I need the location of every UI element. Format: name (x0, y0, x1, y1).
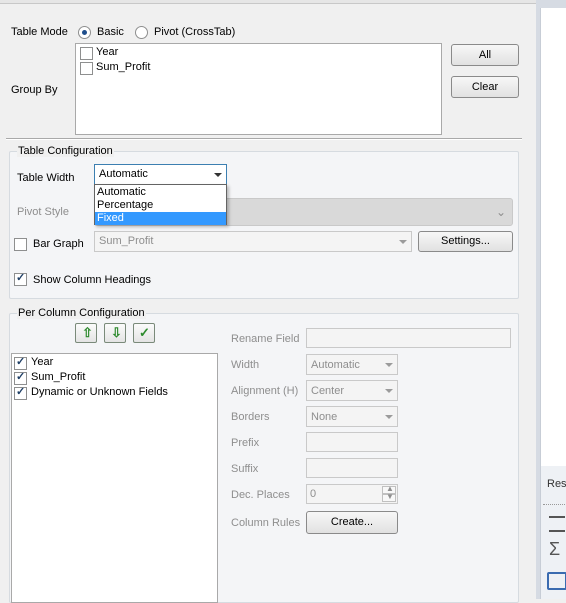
caret-down-icon: ▼ (386, 492, 394, 501)
column-dynamic-label[interactable]: Dynamic or Unknown Fields (31, 386, 168, 398)
group-by-sum-profit-checkbox[interactable] (80, 62, 93, 75)
width-label: Width (231, 359, 260, 371)
chevron-down-icon: ⌄ (495, 205, 506, 219)
per-column-title: Per Column Configuration (17, 307, 146, 319)
move-up-button[interactable]: ⇧ (75, 323, 97, 343)
pivot-radio[interactable] (135, 26, 148, 39)
pivot-style-label: Pivot Style (17, 206, 69, 218)
basic-radio-label[interactable]: Basic (97, 26, 124, 38)
option-percentage[interactable]: Percentage (97, 199, 224, 212)
option-automatic[interactable]: Automatic (97, 186, 224, 199)
shape-icon[interactable] (547, 572, 566, 590)
arrow-down-icon: ⇩ (111, 325, 122, 340)
column-sum-profit-label[interactable]: Sum_Profit (31, 371, 85, 383)
rows-icon[interactable] (549, 516, 565, 532)
rename-field-input[interactable] (306, 328, 511, 348)
group-by-year-checkbox[interactable] (80, 47, 93, 60)
bar-graph-label[interactable]: Bar Graph (33, 238, 84, 250)
basic-radio[interactable] (78, 26, 91, 39)
alignment-select[interactable]: Center (306, 380, 398, 401)
column-year-label[interactable]: Year (31, 356, 53, 368)
bar-graph-checkbox[interactable] (14, 238, 27, 251)
group-by-year-label[interactable]: Year (96, 46, 118, 58)
borders-label: Borders (231, 411, 270, 423)
column-sum-profit-checkbox[interactable] (14, 370, 27, 385)
clear-button[interactable]: Clear (451, 76, 519, 98)
results-tab-label[interactable]: Res (547, 478, 566, 490)
column-dynamic-checkbox[interactable] (14, 385, 27, 400)
alignment-value: Center (311, 385, 345, 397)
create-rules-button[interactable]: Create... (306, 511, 398, 534)
group-by-sum-profit-label[interactable]: Sum_Profit (96, 61, 150, 73)
table-width-dropdown: Automatic Percentage Fixed (94, 184, 227, 225)
chevron-down-icon (385, 414, 393, 419)
check-all-button[interactable]: ✓ (133, 323, 155, 343)
check-icon: ✓ (139, 325, 150, 340)
table-width-select[interactable]: Automatic (94, 164, 227, 185)
bar-graph-field-value: Sum_Profit (99, 235, 154, 247)
prefix-input[interactable] (306, 432, 398, 452)
borders-value: None (311, 411, 338, 423)
all-button[interactable]: All (451, 44, 519, 66)
group-by-list[interactable]: Year Sum_Profit (75, 43, 442, 135)
chevron-down-icon (385, 362, 393, 367)
show-headings-label[interactable]: Show Column Headings (33, 274, 151, 286)
chevron-down-icon (385, 388, 393, 393)
chevron-down-icon (399, 239, 407, 244)
divider (6, 138, 522, 140)
suffix-input[interactable] (306, 458, 398, 478)
arrow-up-icon: ⇧ (82, 325, 93, 340)
top-strip (0, 0, 537, 4)
rename-field-label: Rename Field (231, 333, 300, 345)
column-year-checkbox[interactable] (14, 355, 27, 370)
table-width-label: Table Width (17, 172, 75, 184)
group-by-label: Group By (11, 84, 58, 96)
settings-button[interactable]: Settings... (418, 231, 513, 252)
dec-places-value: 0 (310, 488, 317, 500)
width-select[interactable]: Automatic (306, 354, 398, 375)
sum-icon[interactable]: Σ (549, 540, 560, 558)
results-divider (543, 504, 566, 505)
spin-down-button[interactable]: ▼ (382, 492, 396, 502)
dec-places-label: Dec. Places (231, 489, 290, 501)
column-rules-label: Column Rules (231, 517, 301, 529)
pivot-radio-label[interactable]: Pivot (CrossTab) (154, 26, 235, 38)
width-value: Automatic (311, 359, 360, 371)
prefix-label: Prefix (231, 437, 260, 449)
chevron-down-icon (214, 172, 222, 177)
suffix-label: Suffix (231, 463, 259, 475)
move-down-button[interactable]: ⇩ (104, 323, 126, 343)
bar-graph-field-select[interactable]: Sum_Profit (94, 231, 412, 252)
column-list[interactable]: Year Sum_Profit Dynamic or Unknown Field… (11, 353, 218, 603)
table-mode-label: Table Mode (11, 26, 68, 38)
option-fixed[interactable]: Fixed (95, 212, 226, 225)
dec-places-spinner[interactable]: 0 ▲ ▼ (306, 484, 398, 504)
table-width-value: Automatic (99, 168, 148, 180)
results-panel: Res Σ (540, 466, 566, 599)
right-canvas (540, 8, 566, 466)
table-config-title: Table Configuration (17, 145, 114, 157)
alignment-label: Alignment (H) (231, 385, 299, 397)
show-headings-checkbox[interactable] (14, 271, 27, 286)
borders-select[interactable]: None (306, 406, 398, 427)
